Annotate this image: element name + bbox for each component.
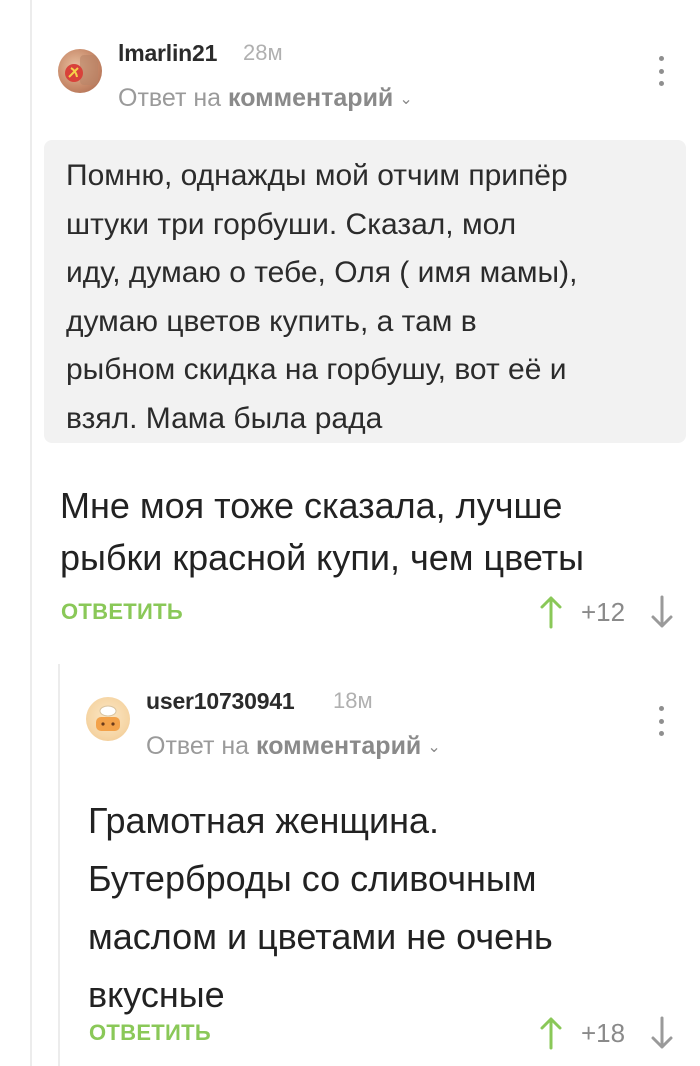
avatar[interactable] xyxy=(86,697,130,741)
rating-value: +12 xyxy=(581,597,626,627)
comment-body: Мне моя тоже сказала, лучше рыбки красно… xyxy=(60,480,584,584)
comment-line: Грамотная женщина. xyxy=(88,800,439,841)
avatar[interactable] xyxy=(58,49,102,93)
quote-line: взял. Мама была рада xyxy=(66,401,383,435)
comment-line: Бутерброды со сливочным xyxy=(88,858,537,899)
quote-line: Помню, однажды мой отчим припёр xyxy=(66,159,568,192)
comment-username[interactable]: user10730941 xyxy=(146,688,295,715)
comment-line: рыбки красной купи, чем цветы xyxy=(60,537,585,578)
comment-body: Грамотная женщина. Бутерброды со сливочн… xyxy=(88,792,553,1024)
comment-line: маслом и цветами не очень xyxy=(88,916,553,957)
comment-time: 28м xyxy=(243,40,283,65)
arrow-down-icon[interactable] xyxy=(650,595,674,629)
reply-to-prefix: Ответ на xyxy=(146,732,250,760)
thread-line xyxy=(30,0,32,1066)
menu-dots-icon[interactable] xyxy=(651,56,671,86)
comment-line: вкусные xyxy=(88,974,225,1015)
reply-to-link[interactable]: Ответ на комментарий ⌄ xyxy=(146,732,441,761)
reply-to-prefix: Ответ на xyxy=(118,84,222,112)
arrow-up-icon[interactable] xyxy=(539,1016,563,1050)
reply-to-target: комментарий xyxy=(256,732,422,760)
comment-time: 18м xyxy=(333,688,373,713)
arrow-up-icon[interactable] xyxy=(539,595,563,629)
thread-line xyxy=(58,664,60,1066)
chevron-down-icon: ⌄ xyxy=(399,91,413,109)
menu-dots-icon[interactable] xyxy=(651,706,671,736)
quote-line: штуки три горбуши. Сказал, мол xyxy=(66,207,517,241)
quoted-comment: Помню, однажды мой отчим припёр штуки тр… xyxy=(44,140,686,443)
comment-line: Мне моя тоже сказала, лучше xyxy=(60,485,563,526)
comment-username[interactable]: lmarlin21 xyxy=(118,40,217,67)
reply-to-target: комментарий xyxy=(228,84,394,112)
reply-button[interactable]: ОТВЕТИТЬ xyxy=(89,1020,211,1046)
arrow-down-icon[interactable] xyxy=(650,1016,674,1050)
rating-value: +18 xyxy=(581,1018,626,1048)
quote-line: думаю цветов купить, а там в xyxy=(66,304,477,338)
reply-to-link[interactable]: Ответ на комментарий ⌄ xyxy=(118,84,413,113)
quote-line: иду, думаю о тебе, Оля ( имя мамы), xyxy=(66,256,578,289)
quote-line: рыбном скидка на горбушу, вот её и xyxy=(66,353,567,386)
chevron-down-icon: ⌄ xyxy=(427,739,441,757)
reply-button[interactable]: ОТВЕТИТЬ xyxy=(61,599,183,625)
